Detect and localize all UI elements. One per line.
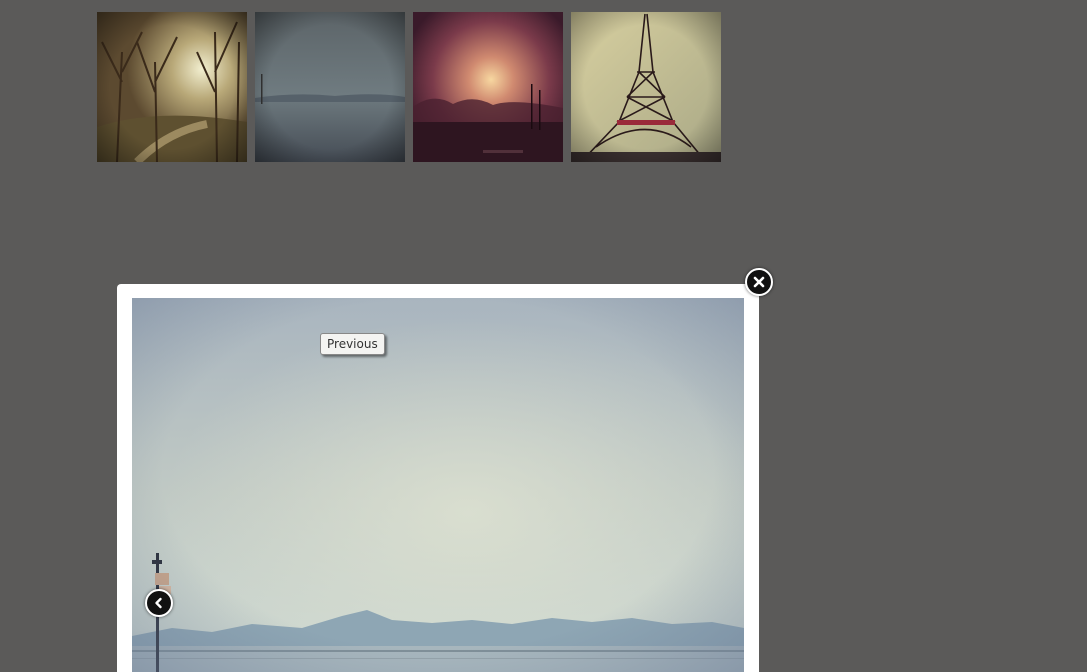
close-button[interactable] xyxy=(745,268,773,296)
lightbox-frame xyxy=(117,284,759,672)
sunset-harbor-photo xyxy=(413,12,563,162)
thumbnail-misty-lake[interactable] xyxy=(255,12,405,162)
thumbnail-sunset-harbor[interactable] xyxy=(413,12,563,162)
lake-mountains-photo xyxy=(132,298,744,672)
close-icon xyxy=(753,276,765,288)
eiffel-tower-photo xyxy=(571,12,721,162)
lightbox-image xyxy=(132,298,744,672)
chevron-left-icon xyxy=(155,597,162,609)
previous-tooltip: Previous xyxy=(320,333,385,355)
thumbnail-gallery xyxy=(97,12,721,162)
misty-lake-photo xyxy=(255,12,405,162)
thumbnail-eiffel-tower[interactable] xyxy=(571,12,721,162)
previous-button[interactable] xyxy=(145,589,173,617)
forest-path-photo xyxy=(97,12,247,162)
thumbnail-forest-path[interactable] xyxy=(97,12,247,162)
